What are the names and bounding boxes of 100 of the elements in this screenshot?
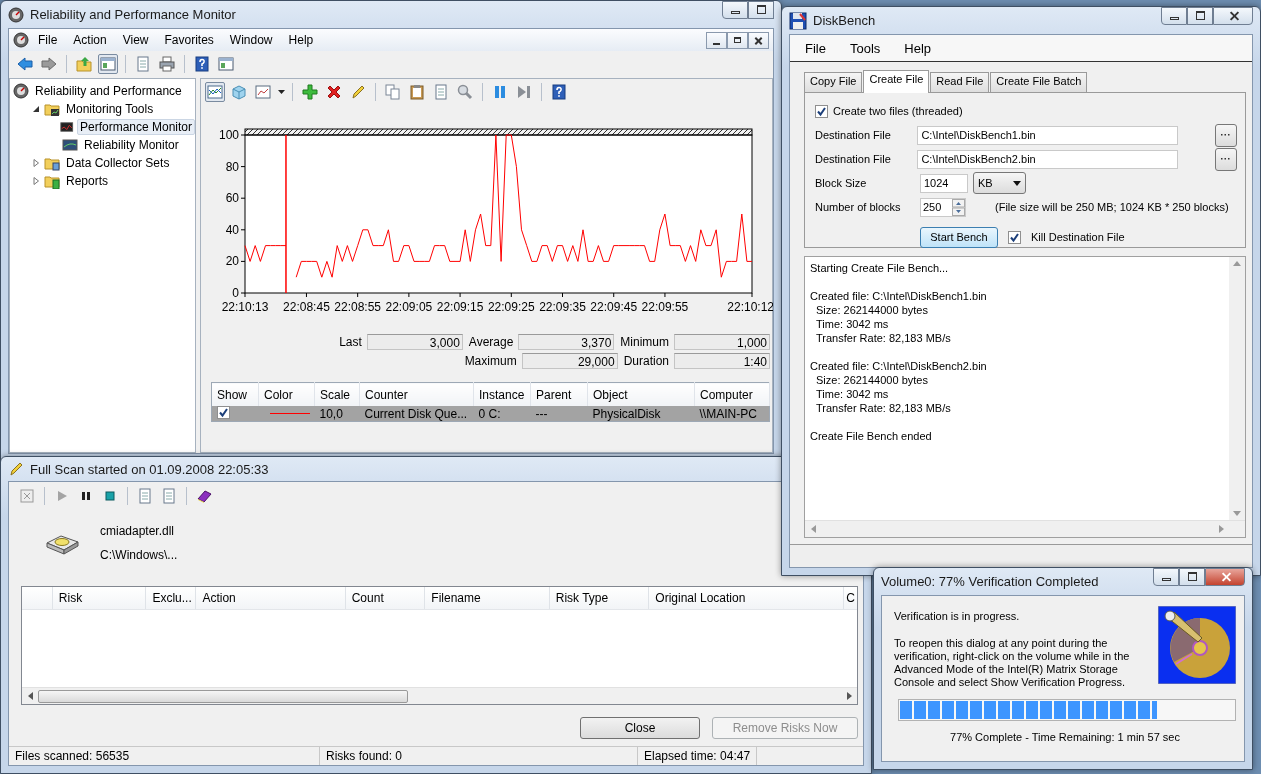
column-header[interactable]: Original Location [648, 587, 844, 609]
maximize-button[interactable] [748, 1, 774, 19]
back-arrow-icon[interactable] [17, 56, 33, 72]
column-header[interactable]: Counter [359, 382, 474, 406]
copy-icon[interactable] [385, 83, 401, 100]
path-field[interactable]: C:\Intel\DiskBench2.bin [917, 149, 1178, 169]
gauge-icon[interactable] [13, 32, 29, 48]
tab[interactable]: Create File [863, 70, 930, 93]
column-header[interactable]: Exclu... [145, 587, 196, 609]
menu-item[interactable]: Help [897, 38, 939, 58]
clipboard-icon[interactable] [409, 83, 425, 100]
axis-label: 0 [232, 286, 239, 300]
path-field[interactable]: C:\Intel\DiskBench1.bin [917, 125, 1178, 145]
column-header[interactable]: Parent [530, 382, 588, 406]
close-button[interactable] [1213, 7, 1253, 25]
menu-item[interactable]: Help [281, 31, 321, 49]
maximize-button[interactable] [1187, 7, 1213, 25]
tree-item[interactable]: Data Collector Sets [63, 155, 173, 171]
checkbox[interactable] [1008, 230, 1021, 244]
left-arrow-icon[interactable] [27, 692, 33, 700]
column-header[interactable]: Action [195, 587, 345, 609]
column-header[interactable]: Risk [51, 587, 146, 609]
magnifier-icon[interactable] [457, 83, 473, 100]
unit-dropdown[interactable]: KB [973, 172, 1026, 194]
plus-icon[interactable] [302, 83, 318, 100]
checkbox[interactable] [815, 104, 828, 118]
column-header[interactable]: Risk Type [548, 587, 649, 609]
column-header[interactable]: Filename [424, 587, 549, 609]
book-icon[interactable] [196, 488, 212, 504]
tree-item[interactable]: Monitoring Tools [63, 101, 157, 117]
collapsed-triangle-icon[interactable] [32, 159, 40, 167]
table-row[interactable]: 10,0 Current Disk Que... 0 C: --- PhysicalDisk \\MAIN-PC [211, 406, 770, 422]
menu-item[interactable]: File [31, 31, 65, 49]
log-line: Time: 3042 ms [815, 387, 890, 401]
panel-button[interactable] [98, 54, 118, 74]
tree-item[interactable]: Reliability Monitor [81, 137, 182, 153]
menu-item[interactable]: Tools [842, 38, 888, 58]
maximize-button[interactable] [1179, 568, 1205, 586]
right-arrow-icon[interactable] [846, 692, 852, 700]
tree-item[interactable]: Reliability and Performance [32, 83, 185, 99]
menu-item[interactable]: File [798, 38, 833, 58]
column-header[interactable]: Object [587, 382, 695, 406]
tab[interactable]: Read File [930, 72, 990, 92]
block-size-field[interactable]: 1024 [920, 173, 968, 193]
table-cell: --- [530, 406, 588, 422]
line-graph-button[interactable] [205, 81, 225, 102]
browse-button[interactable] [1214, 123, 1237, 147]
printer-icon[interactable] [159, 56, 175, 72]
minimize-button[interactable] [1161, 7, 1187, 25]
forward-arrow-icon[interactable] [41, 56, 57, 72]
minimize-button[interactable] [706, 31, 727, 49]
close-button[interactable] [748, 31, 769, 49]
column-header[interactable]: Count [344, 587, 425, 609]
blocks-spinner[interactable]: 250 [920, 197, 966, 217]
action-button[interactable]: Close [580, 717, 700, 739]
down-arrow-icon[interactable] [1233, 511, 1241, 516]
pause-icon[interactable] [492, 83, 508, 100]
menu-item[interactable]: Action [66, 31, 114, 49]
scrollbar[interactable] [22, 687, 857, 704]
cube-icon[interactable] [231, 83, 247, 100]
stop-icon[interactable] [102, 488, 118, 504]
pencil-icon[interactable] [350, 83, 366, 100]
performance-chart-icon [60, 119, 74, 135]
delete-icon[interactable] [326, 83, 342, 100]
column-header[interactable]: Show [211, 382, 259, 406]
tree-item[interactable]: Performance Monitor [76, 119, 195, 135]
restore-button[interactable] [727, 31, 748, 49]
table-cell: Current Disk Que... [359, 406, 474, 422]
column-header[interactable]: Scale [314, 382, 360, 406]
start-button[interactable]: Start Bench [920, 226, 998, 248]
step-icon[interactable] [516, 83, 532, 100]
caret-icon[interactable] [277, 89, 285, 94]
log-line: Size: 262144000 bytes [815, 303, 929, 317]
menu-item[interactable]: Favorites [157, 31, 221, 49]
folder-up-icon[interactable] [76, 56, 92, 72]
help-icon[interactable] [551, 83, 567, 100]
column-header[interactable]: Instance [473, 382, 531, 406]
up-arrow-icon[interactable] [1233, 261, 1241, 266]
scrollbar[interactable] [1229, 257, 1245, 520]
tab[interactable]: Create File Batch [990, 72, 1088, 92]
menu-item[interactable]: View [115, 31, 156, 49]
checkbox[interactable] [217, 406, 230, 419]
panel-icon[interactable] [218, 56, 234, 72]
stat-value: 3,370 [518, 334, 615, 350]
column-header[interactable]: Computer [694, 382, 770, 406]
column-header[interactable]: C [843, 587, 857, 609]
collapsed-triangle-icon[interactable] [32, 177, 40, 185]
close-box-icon[interactable] [19, 488, 35, 504]
browse-button[interactable] [1214, 147, 1237, 171]
tab[interactable]: Copy File [804, 72, 863, 92]
menu-item[interactable]: Window [222, 31, 280, 49]
tree-item[interactable]: Reports [63, 173, 112, 189]
graph-type-icon[interactable] [255, 83, 271, 100]
axis-label: 40 [225, 222, 239, 237]
minimize-button[interactable] [722, 1, 748, 19]
column-header[interactable]: Color [258, 382, 315, 406]
expanded-triangle-icon[interactable] [32, 105, 40, 113]
help-icon[interactable] [194, 56, 210, 72]
minimize-button[interactable] [1153, 568, 1179, 586]
stat-label: Average [468, 335, 514, 349]
